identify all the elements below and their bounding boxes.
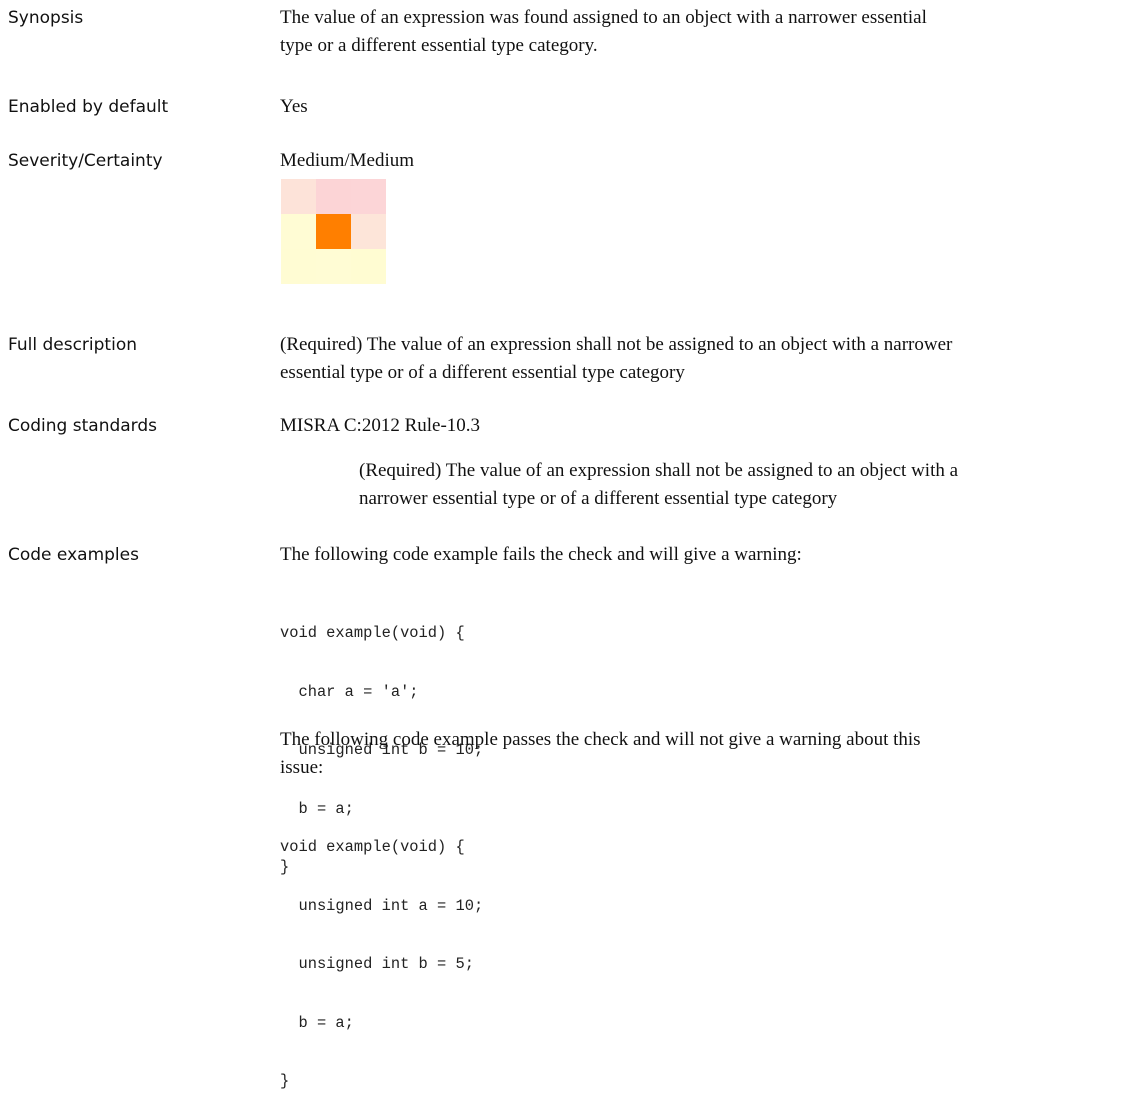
matrix-cell-r2-c2 (351, 249, 386, 284)
matrix-cell-r0-c0 (281, 179, 316, 214)
enabled-value: Yes (280, 96, 308, 117)
severity-value: Medium/Medium (280, 150, 415, 171)
full-description-label: Full description (8, 335, 137, 355)
matrix-cell-r2-c1 (316, 249, 351, 284)
matrix-cell-r1-c1-active (316, 214, 351, 249)
full-description-line-1: (Required) The value of an expression sh… (280, 334, 953, 355)
matrix-cell-r1-c2 (351, 214, 386, 249)
pass-intro-line-2: issue: (280, 757, 324, 778)
matrix-cell-r0-c2 (351, 179, 386, 214)
pass-code-block: void example(void) { unsigned int a = 10… (280, 799, 483, 1111)
code-line: void example(void) { (280, 838, 465, 856)
enabled-label: Enabled by default (8, 97, 169, 117)
severity-certainty-matrix (281, 179, 386, 284)
code-line: unsigned int a = 10; (280, 896, 484, 915)
coding-standard-desc-line-2: narrower essential type or of a differen… (359, 488, 838, 509)
matrix-cell-r2-c0 (281, 249, 316, 284)
coding-standard-desc-line-1: (Required) The value of an expression sh… (359, 460, 959, 481)
code-line: } (280, 1072, 290, 1090)
synopsis-label: Synopsis (8, 8, 84, 28)
code-examples-label: Code examples (8, 545, 139, 565)
coding-standard-name: MISRA C:2012 Rule-10.3 (280, 415, 481, 436)
matrix-cell-r0-c1 (316, 179, 351, 214)
synopsis-text: The value of an expression was found ass… (280, 4, 927, 60)
code-line: char a = 'a'; (280, 682, 419, 701)
synopsis-line-2: type or a different essential type categ… (280, 35, 598, 56)
pass-intro-line-1: The following code example passes the ch… (280, 729, 921, 750)
severity-label: Severity/Certainty (8, 151, 163, 171)
code-line: void example(void) { (280, 624, 465, 642)
matrix-cell-r1-c0 (281, 214, 316, 249)
synopsis-line-1: The value of an expression was found ass… (280, 7, 927, 28)
full-description-text: (Required) The value of an expression sh… (280, 331, 952, 387)
full-description-line-2: essential type or of a different essenti… (280, 362, 685, 383)
fail-example-intro: The following code example fails the che… (280, 544, 802, 565)
pass-example-intro: The following code example passes the ch… (280, 726, 921, 782)
code-line: b = a; (280, 1013, 354, 1032)
coding-standard-description: (Required) The value of an expression sh… (359, 457, 958, 513)
coding-standards-label: Coding standards (8, 416, 158, 436)
code-line: unsigned int b = 5; (280, 955, 474, 973)
